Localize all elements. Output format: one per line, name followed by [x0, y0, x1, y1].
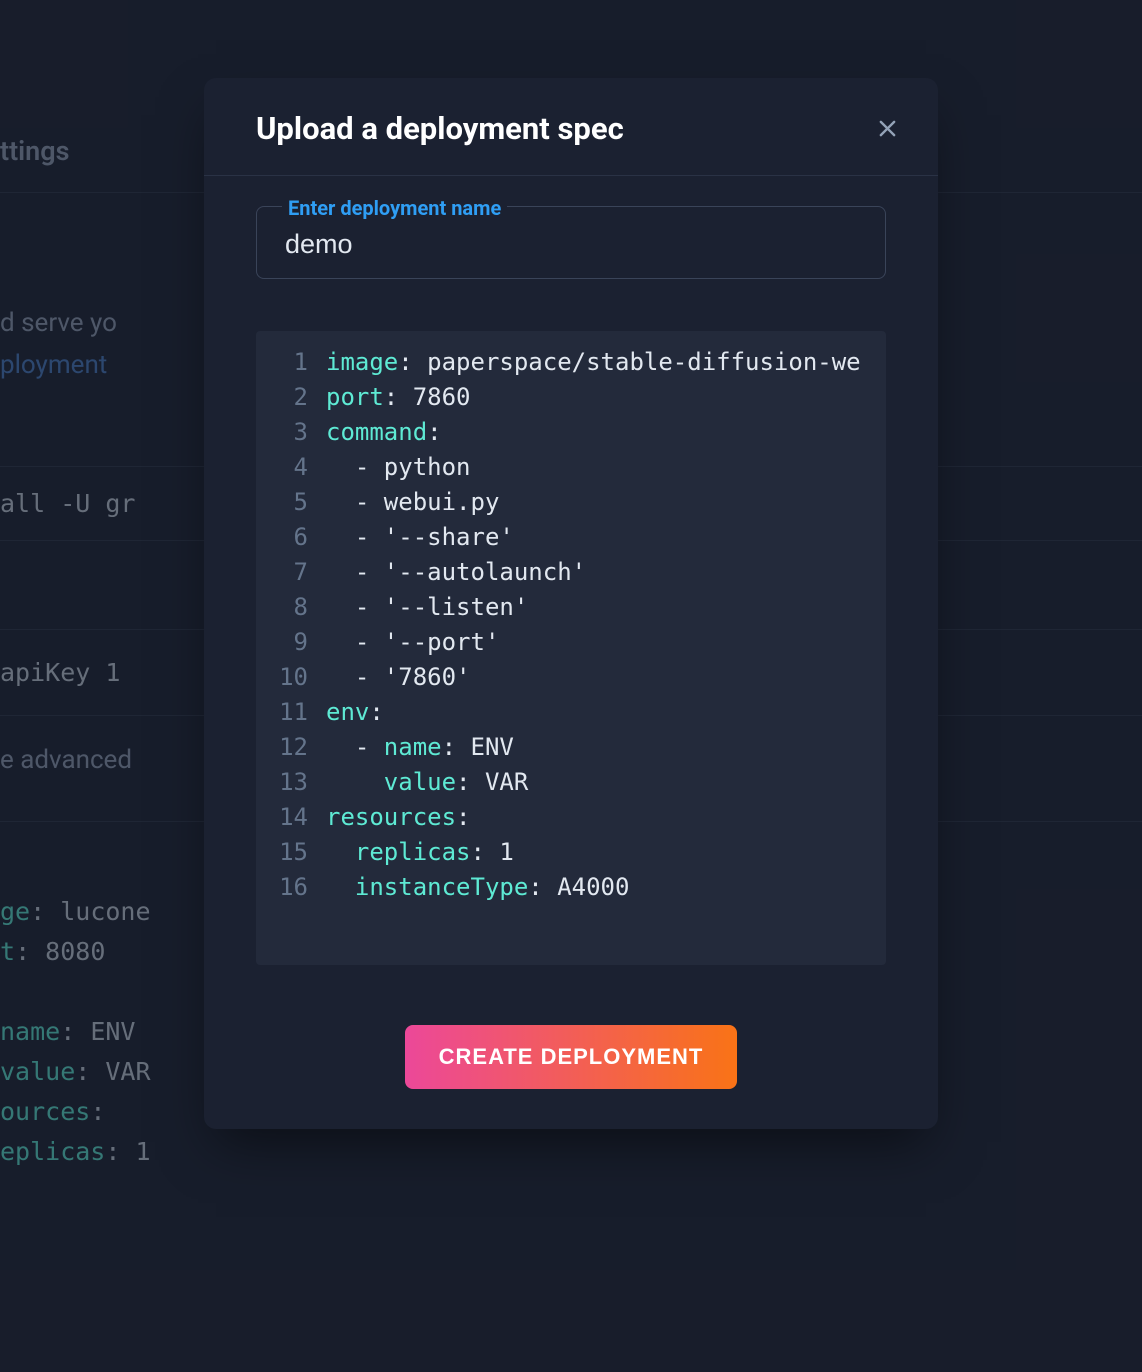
line-number: 7	[256, 555, 326, 590]
line-number: 4	[256, 450, 326, 485]
code-line: 8 - '--listen'	[256, 590, 886, 625]
code-content: replicas: 1	[326, 835, 886, 870]
code-content: port: 7860	[326, 380, 886, 415]
modal-overlay: Upload a deployment spec Enter deploymen…	[0, 0, 1142, 1372]
code-content: - '--listen'	[326, 590, 886, 625]
name-input-label: Enter deployment name	[282, 196, 507, 220]
code-line: 11env:	[256, 695, 886, 730]
create-deployment-button[interactable]: CREATE DEPLOYMENT	[405, 1025, 738, 1089]
code-line: 14resources:	[256, 800, 886, 835]
code-content: resources:	[326, 800, 886, 835]
code-line: 15 replicas: 1	[256, 835, 886, 870]
code-content: - '--share'	[326, 520, 886, 555]
code-content: - name: ENV	[326, 730, 886, 765]
code-content: - webui.py	[326, 485, 886, 520]
line-number: 13	[256, 765, 326, 800]
line-number: 11	[256, 695, 326, 730]
code-line: 16 instanceType: A4000	[256, 870, 886, 905]
code-content: - '--port'	[326, 625, 886, 660]
code-line: 5 - webui.py	[256, 485, 886, 520]
line-number: 1	[256, 345, 326, 380]
line-number: 10	[256, 660, 326, 695]
code-content: instanceType: A4000	[326, 870, 886, 905]
code-content: env:	[326, 695, 886, 730]
code-line: 12 - name: ENV	[256, 730, 886, 765]
code-line: 3command:	[256, 415, 886, 450]
name-input-wrapper: Enter deployment name	[256, 206, 886, 279]
line-number: 2	[256, 380, 326, 415]
modal-footer: CREATE DEPLOYMENT	[204, 975, 938, 1129]
code-line: 1image: paperspace/stable-diffusion-we	[256, 345, 886, 380]
code-content: value: VAR	[326, 765, 886, 800]
line-number: 15	[256, 835, 326, 870]
code-content: - '--autolaunch'	[326, 555, 886, 590]
line-number: 5	[256, 485, 326, 520]
yaml-code-editor[interactable]: 1image: paperspace/stable-diffusion-we2p…	[256, 331, 886, 965]
code-line: 2port: 7860	[256, 380, 886, 415]
line-number: 6	[256, 520, 326, 555]
code-line: 6 - '--share'	[256, 520, 886, 555]
code-content: - python	[326, 450, 886, 485]
line-number: 9	[256, 625, 326, 660]
code-line: 4 - python	[256, 450, 886, 485]
code-content: command:	[326, 415, 886, 450]
close-icon[interactable]	[876, 118, 898, 140]
modal-body: Enter deployment name 1image: paperspace…	[204, 176, 938, 975]
code-line: 13 value: VAR	[256, 765, 886, 800]
code-content: - '7860'	[326, 660, 886, 695]
code-line: 9 - '--port'	[256, 625, 886, 660]
code-content: image: paperspace/stable-diffusion-we	[326, 345, 886, 380]
line-number: 12	[256, 730, 326, 765]
line-number: 16	[256, 870, 326, 905]
upload-spec-modal: Upload a deployment spec Enter deploymen…	[204, 78, 938, 1129]
code-line: 7 - '--autolaunch'	[256, 555, 886, 590]
line-number: 14	[256, 800, 326, 835]
code-line: 10 - '7860'	[256, 660, 886, 695]
modal-title: Upload a deployment spec	[256, 110, 624, 147]
line-number: 8	[256, 590, 326, 625]
modal-header: Upload a deployment spec	[204, 78, 938, 176]
line-number: 3	[256, 415, 326, 450]
